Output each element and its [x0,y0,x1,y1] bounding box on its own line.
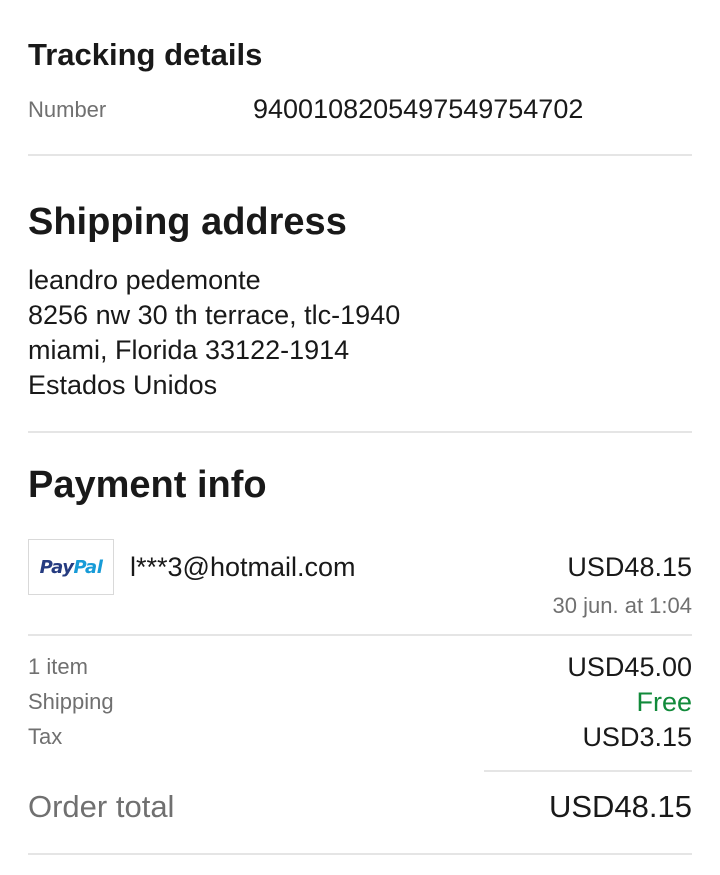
paypal-logo-pay: Pay [39,556,74,578]
address-line-country: Estados Unidos [28,370,218,400]
address-line-name: leandro pedemonte [28,265,261,295]
payment-amount: USD48.15 [567,552,692,582]
items-label: 1 item [28,654,88,679]
order-total-value: USD48.15 [548,789,692,824]
address-line-city: miami, Florida 33122-1914 [28,335,350,365]
payment-date: 30 jun. at 1:04 [552,593,692,618]
order-total-label: Order total [28,789,175,824]
tracking-details-title: Tracking details [28,37,263,72]
tax-value: USD3.15 [582,722,692,752]
items-value: USD45.00 [567,652,692,682]
shipping-cost-label: Shipping [28,689,114,714]
tracking-number-label: Number [28,97,107,122]
payment-info-title: Payment info [28,464,267,506]
divider [28,431,692,433]
total-divider [484,770,692,772]
shipping-address-title: Shipping address [28,201,347,243]
payment-account-email: l***3@hotmail.com [130,552,356,582]
shipping-cost-value: Free [636,687,692,717]
tracking-number-value[interactable]: 9400108205497549754702 [253,93,583,125]
paypal-logo-pal: Pal [73,556,103,578]
address-line-street: 8256 nw 30 th terrace, tlc-1940 [28,300,401,330]
tax-label: Tax [28,724,63,749]
divider [28,154,692,156]
divider [28,853,692,855]
divider [28,634,692,636]
paypal-logo-icon: Pay Pal [28,539,114,595]
